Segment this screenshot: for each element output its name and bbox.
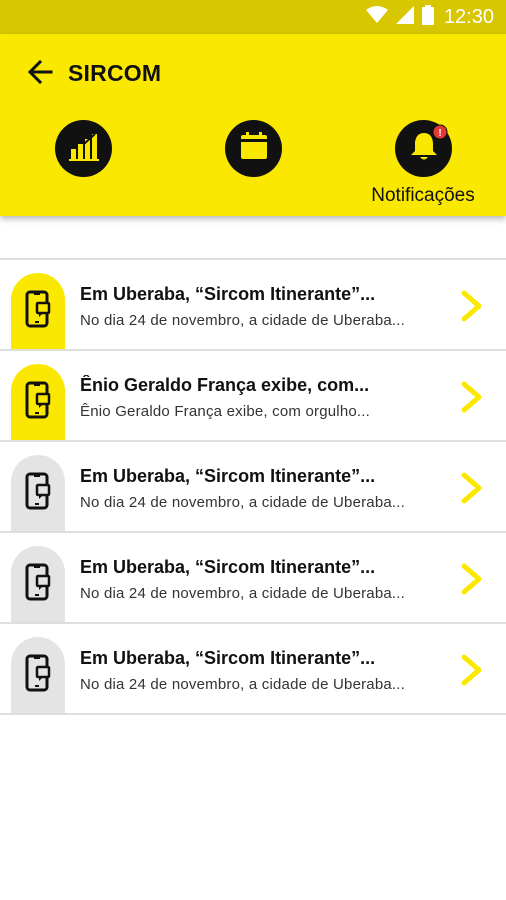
message-phone-icon [11,637,65,713]
message-phone-icon [11,273,65,349]
notification-item[interactable]: Em Uberaba, “Sircom Itinerante”... No dia… [0,624,506,715]
chevron-right-icon [460,563,484,595]
notification-title: Em Uberaba, “Sircom Itinerante”... [80,557,376,577]
battery-icon [421,4,434,30]
notification-list: Em Uberaba, “Sircom Itinerante”... No dia… [0,258,506,715]
message-phone-icon [11,364,65,440]
notification-preview: No dia 24 de novembro, a cidade de Ubera… [80,585,406,602]
notification-preview: No dia 24 de novembro, a cidade de Ubera… [80,494,406,511]
notification-item[interactable]: Em Uberaba, “Sircom Itinerante”... No dia… [0,533,506,624]
notification-preview: No dia 24 de novembro, a cidade de Ubera… [80,312,406,329]
status-icons: 12:30 [365,0,494,34]
tab-calendar[interactable] [183,120,323,220]
notification-item[interactable]: Em Uberaba, “Sircom Itinerante”... No dia… [0,258,506,351]
chevron-right-icon [460,654,484,686]
tab-label: Notificações [371,185,475,206]
chart-icon [68,130,100,167]
nav-circle [55,120,112,177]
calendar-icon [238,130,270,167]
message-phone-icon [11,455,65,531]
nav-circle: ! [395,120,452,177]
notification-title: Em Uberaba, “Sircom Itinerante”... [80,648,376,668]
back-button[interactable] [20,56,60,92]
signal-icon [395,5,414,29]
notification-badge: ! [432,124,448,140]
status-bar: 12:30 [0,0,506,34]
notification-title: Ênio Geraldo França exibe, com... [80,375,370,395]
status-time: 12:30 [443,5,494,28]
notification-item[interactable]: Em Uberaba, “Sircom Itinerante”... No dia… [0,442,506,533]
tab-charts[interactable] [13,120,153,220]
chevron-right-icon [460,290,484,322]
notification-item[interactable]: Ênio Geraldo França exibe, com... Ênio Ge… [0,351,506,442]
message-phone-icon [11,546,65,622]
wifi-icon [365,5,388,29]
page-title: SIRCOM [68,60,162,86]
notification-preview: No dia 24 de novembro, a cidade de Ubera… [80,676,406,693]
notification-title: Em Uberaba, “Sircom Itinerante”... [80,284,376,304]
nav-circle [225,120,282,177]
app-header: SIRCOM ! Notificações [0,34,506,216]
arrow-left-icon [27,59,53,89]
tab-notifications[interactable]: ! Notificações [353,120,493,220]
badge-text: ! [438,128,441,139]
notification-title: Em Uberaba, “Sircom Itinerante”... [80,466,376,486]
chevron-right-icon [460,381,484,413]
notification-preview: Ênio Geraldo França exibe, com orgulho..… [80,403,371,420]
chevron-right-icon [460,472,484,504]
